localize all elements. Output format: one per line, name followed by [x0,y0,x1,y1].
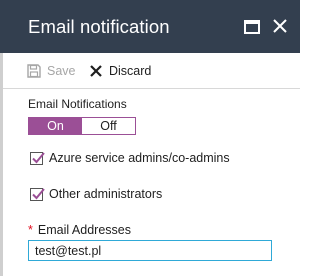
checkbox-other-admins[interactable]: Other administrators [30,186,162,202]
blade-title: Email notification [28,16,170,37]
checkbox-service-admins-label: Azure service admins/co-admins [49,151,230,165]
email-addresses-label-text: Email Addresses [37,223,131,237]
close-icon[interactable] [272,18,288,34]
checkbox-other-admins-box[interactable] [30,187,45,201]
discard-icon [89,64,103,78]
blade-header: Email notification [0,0,300,53]
email-addresses-label: * Email Addresses [28,222,131,238]
checkbox-other-admins-label: Other administrators [49,187,163,201]
command-bar: Save Discard [0,53,300,89]
toolbar-divider [3,88,300,89]
save-icon [27,64,41,78]
toggle-on-option[interactable]: On [29,118,82,134]
required-marker: * [28,223,33,237]
maximize-icon[interactable] [244,20,260,34]
checkbox-service-admins[interactable]: Azure service admins/co-admins [30,150,230,166]
email-notifications-label: Email Notifications [28,97,127,111]
save-button[interactable]: Save [27,63,76,79]
save-button-label: Save [47,64,76,78]
email-addresses-input[interactable] [28,240,272,261]
checkbox-service-admins-box[interactable] [30,151,45,165]
discard-button-label: Discard [109,64,152,78]
toggle-off-option[interactable]: Off [82,118,135,134]
discard-button[interactable]: Discard [89,63,151,79]
email-notifications-toggle: On Off [28,117,136,135]
